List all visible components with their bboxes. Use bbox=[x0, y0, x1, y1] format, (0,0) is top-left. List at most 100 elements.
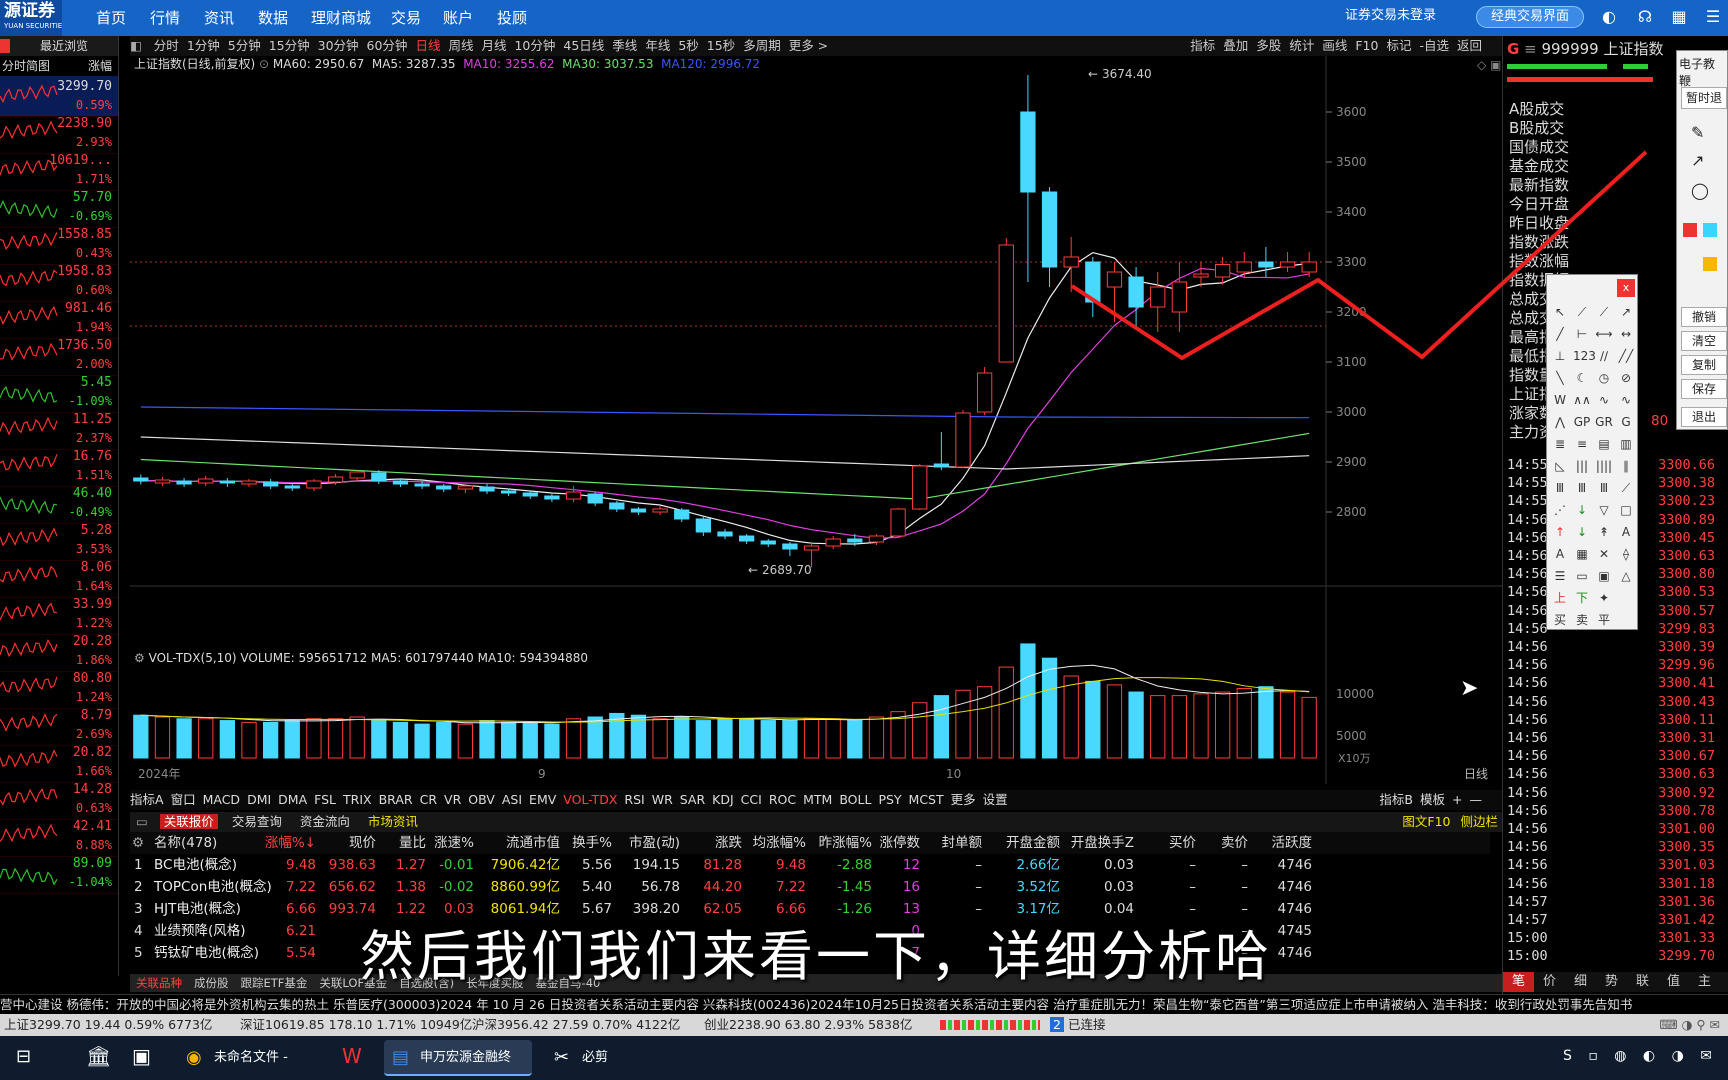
app-bank-icon[interactable]: 🏛 bbox=[86, 1044, 111, 1068]
indicator-tab-2[interactable]: MACD bbox=[203, 792, 240, 807]
system-tray-icons[interactable]: S ▫ ◍ ◐ ◑ ✉ bbox=[1563, 1048, 1718, 1064]
undo-button[interactable]: 撤销 bbox=[1681, 307, 1727, 327]
col-header-9[interactable]: 涨跌 bbox=[715, 832, 742, 854]
draw-tool-icon[interactable]: 卖 bbox=[1573, 611, 1591, 629]
nav-advisor[interactable]: 投顾 bbox=[497, 0, 527, 36]
col-header-8[interactable]: 市盈(动) bbox=[629, 832, 680, 854]
watchlist-item[interactable]: 1736.50 2.00% bbox=[0, 335, 118, 376]
status-tray-icons[interactable]: ⌨ ◑ ⚲ ✉ bbox=[1660, 1014, 1721, 1036]
indicator-tab-22[interactable]: PSY bbox=[878, 792, 901, 807]
draw-tool-icon[interactable]: ⊢ bbox=[1573, 325, 1591, 343]
table-tab-2[interactable]: 资金流向 bbox=[296, 814, 354, 829]
nav-news[interactable]: 资讯 bbox=[204, 0, 234, 36]
indicator-tab-12[interactable]: EMV bbox=[529, 792, 556, 807]
draw-tool-icon[interactable]: ↓ bbox=[1573, 501, 1591, 519]
draw-tool-icon[interactable]: ≣ bbox=[1551, 435, 1569, 453]
quote-tab-1[interactable]: 价 bbox=[1534, 972, 1565, 992]
chart-tool-0[interactable]: 指标 bbox=[1190, 38, 1215, 53]
nav-trade[interactable]: 交易 bbox=[391, 0, 421, 36]
indicator-tab-20[interactable]: MTM bbox=[803, 792, 832, 807]
draw-tool-icon[interactable]: ∿ bbox=[1595, 391, 1613, 409]
kline-chart[interactable]: ← 3674.40 ← 2689.70 3600 3500 3400 3300 3200 31… bbox=[130, 56, 1502, 784]
draw-tool-icon[interactable]: ∿ bbox=[1617, 391, 1635, 409]
save-button[interactable]: 保存 bbox=[1681, 379, 1727, 399]
draw-tool-icon[interactable]: ||| bbox=[1573, 457, 1591, 475]
col-header-11[interactable]: 昨涨幅% bbox=[819, 832, 872, 854]
indicator-tab-10[interactable]: OBV bbox=[468, 792, 495, 807]
indicator-tab-18[interactable]: CCI bbox=[741, 792, 762, 807]
chart-tool-6[interactable]: 标记 bbox=[1386, 38, 1411, 53]
chart-tool-1[interactable]: 叠加 bbox=[1223, 38, 1248, 53]
news-ticker[interactable]: 营中心建设 杨德伟：开放的中国必将是外资机构云集的热土 乐普医疗(300003)… bbox=[0, 994, 1728, 1014]
app-window-icon[interactable]: ▣ bbox=[132, 1044, 151, 1068]
pen-icon[interactable]: ✎ bbox=[1691, 123, 1704, 142]
nav-data[interactable]: 数据 bbox=[258, 0, 288, 36]
quote-tab-6[interactable]: 主 bbox=[1689, 972, 1720, 992]
chart-tool-2[interactable]: 多股 bbox=[1256, 38, 1281, 53]
clear-button[interactable]: 清空 bbox=[1681, 331, 1727, 351]
quote-tab-2[interactable]: 细 bbox=[1565, 972, 1596, 992]
headset-icon[interactable]: ☊ bbox=[1636, 8, 1654, 26]
quote-tab-4[interactable]: 联 bbox=[1627, 972, 1658, 992]
watchlist-item[interactable]: 20.82 1.66% bbox=[0, 742, 118, 783]
status-sh[interactable]: 上证3299.70 19.44 0.59% 6773亿 bbox=[4, 1014, 212, 1036]
draw-tool-icon[interactable]: GP bbox=[1573, 413, 1591, 431]
col-header-17[interactable]: 卖价 bbox=[1221, 832, 1248, 854]
draw-tool-icon[interactable]: ╱ bbox=[1551, 325, 1569, 343]
draw-tool-icon[interactable]: ⊥ bbox=[1551, 347, 1569, 365]
draw-tool-icon[interactable]: GR bbox=[1595, 413, 1613, 431]
watchlist-item[interactable]: 80.80 1.24% bbox=[0, 668, 118, 709]
col-header-12[interactable]: 涨停数 bbox=[880, 832, 921, 854]
bottom-tab-2[interactable]: 跟踪ETF基金 bbox=[241, 976, 308, 990]
col-header-7[interactable]: 换手% bbox=[572, 832, 612, 854]
indicator-tab-16[interactable]: SAR bbox=[680, 792, 705, 807]
app-wps-icon[interactable]: W bbox=[342, 1044, 362, 1068]
col-header-3[interactable]: 现价 bbox=[349, 832, 376, 854]
watchlist-item[interactable]: 3299.70 0.59% bbox=[0, 76, 118, 117]
draw-tool-icon[interactable]: ╲ bbox=[1551, 369, 1569, 387]
watchlist-item[interactable]: 1558.85 0.43% bbox=[0, 224, 118, 265]
draw-tool-icon[interactable]: ╱╱ bbox=[1617, 347, 1635, 365]
indicator-right-1[interactable]: 模板 bbox=[1420, 792, 1445, 807]
col-header-15[interactable]: 开盘换手Z bbox=[1071, 832, 1134, 854]
watchlist-item[interactable]: 8.79 2.69% bbox=[0, 705, 118, 746]
indicator-tab-23[interactable]: MCST bbox=[909, 792, 944, 807]
period-9[interactable]: 10分钟 bbox=[514, 38, 555, 53]
table-row[interactable]: 1 BC电池(概念) 9.48 938.63 1.27 -0.01 7906.42亿 5.56… bbox=[130, 854, 1490, 876]
draw-tool-icon[interactable]: △ bbox=[1617, 567, 1635, 585]
copy-button[interactable]: 复制 bbox=[1681, 355, 1727, 375]
indicator-tab-0[interactable]: 指标A bbox=[130, 792, 164, 807]
col-header-10[interactable]: 均涨幅% bbox=[753, 832, 806, 854]
draw-tool-icon[interactable]: ⊘ bbox=[1617, 369, 1635, 387]
draw-tool-icon[interactable]: ▥ bbox=[1617, 435, 1635, 453]
indicator-tab-24[interactable]: 更多 bbox=[951, 792, 976, 807]
draw-tool-icon[interactable]: ↔ bbox=[1617, 325, 1635, 343]
recent-header[interactable]: 最近浏览 bbox=[0, 36, 118, 56]
draw-tool-icon[interactable]: G bbox=[1617, 413, 1635, 431]
indicator-right-2[interactable]: + bbox=[1452, 792, 1462, 807]
draw-tool-icon[interactable]: ↓ bbox=[1573, 523, 1591, 541]
chart-tool-5[interactable]: F10 bbox=[1355, 38, 1378, 53]
draw-tool-icon[interactable]: A bbox=[1551, 545, 1569, 563]
watchlist-item[interactable]: 5.45 -1.09% bbox=[0, 372, 118, 413]
chart-tool-8[interactable]: 返回 bbox=[1457, 38, 1482, 53]
draw-tool-icon[interactable]: ◷ bbox=[1595, 369, 1613, 387]
period-13[interactable]: 5秒 bbox=[678, 38, 698, 53]
draw-tool-icon[interactable]: ▦ bbox=[1573, 545, 1591, 563]
period-2[interactable]: 5分钟 bbox=[228, 38, 261, 53]
exit-button[interactable]: 退出 bbox=[1681, 407, 1727, 427]
draw-tool-icon[interactable]: ∥ bbox=[1617, 457, 1635, 475]
indicator-tab-9[interactable]: VR bbox=[444, 792, 461, 807]
period-10[interactable]: 45日线 bbox=[563, 38, 604, 53]
watchlist-item[interactable]: 57.70 -0.69% bbox=[0, 187, 118, 228]
task-trading-terminal[interactable]: ▤申万宏源金融终端... bbox=[384, 1040, 532, 1076]
draw-tool-icon[interactable]: ⟋ bbox=[1595, 303, 1613, 321]
skin-icon[interactable]: ◐ bbox=[1600, 8, 1618, 26]
watchlist-item[interactable]: 89.09 -1.04% bbox=[0, 853, 118, 894]
nav-account[interactable]: 账户 bbox=[443, 0, 473, 36]
col-header-6[interactable]: 流通市值 bbox=[506, 832, 560, 854]
table-tab-1[interactable]: 交易查询 bbox=[228, 814, 286, 829]
indicator-tab-25[interactable]: 设置 bbox=[983, 792, 1008, 807]
menu-icon[interactable]: ☰ bbox=[1704, 8, 1722, 26]
draw-tool-icon[interactable]: ⋰ bbox=[1551, 501, 1569, 519]
